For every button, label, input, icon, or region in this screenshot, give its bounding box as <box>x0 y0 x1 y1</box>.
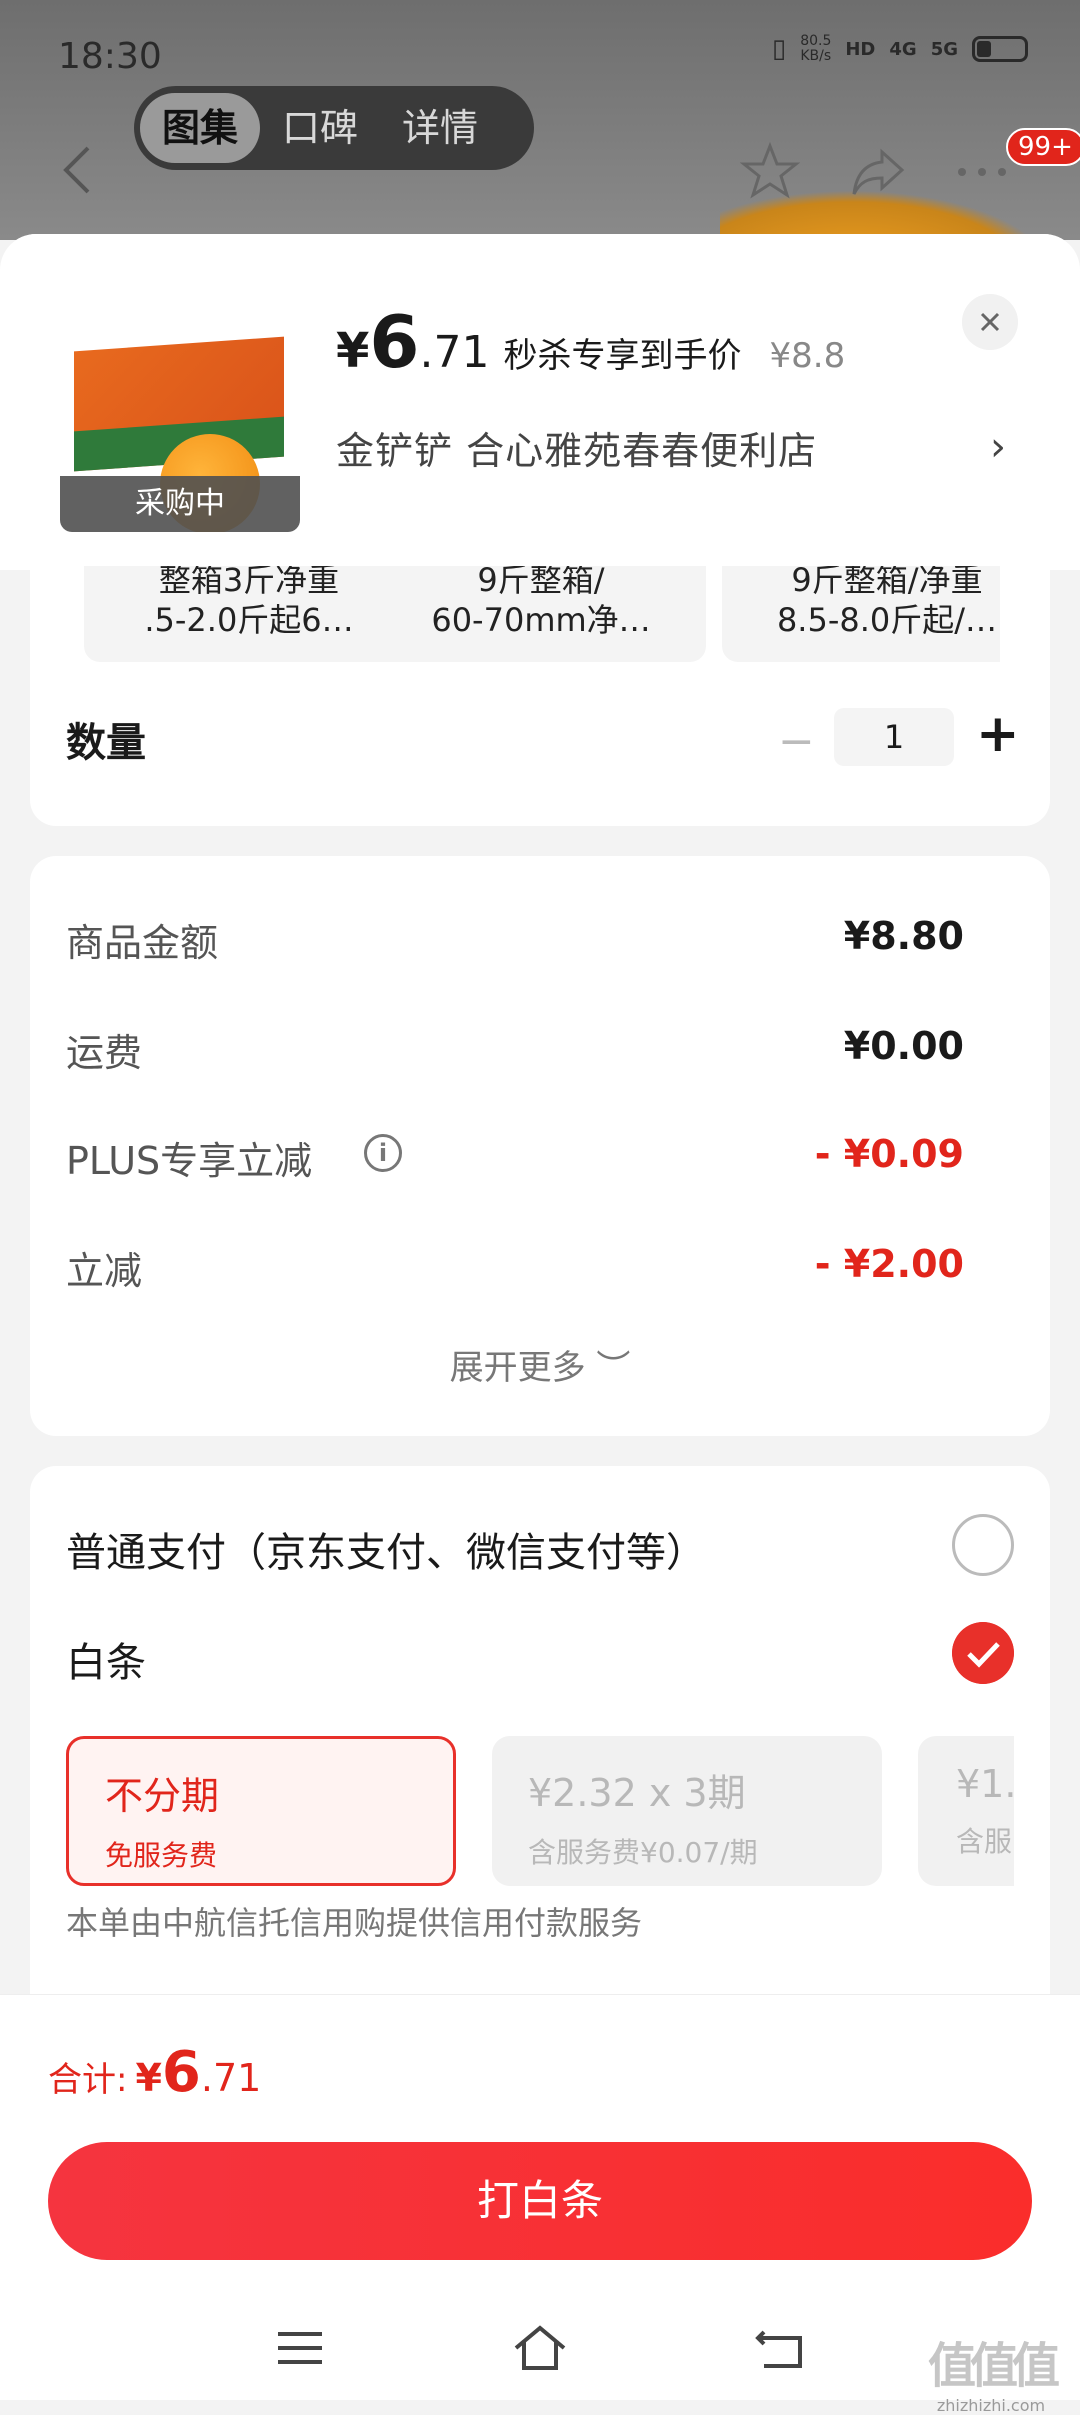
signal-4g-icon: 4G <box>889 38 917 60</box>
quantity-decrease-button[interactable]: − <box>778 716 815 767</box>
vibrate-icon: ▯ <box>771 34 787 64</box>
plan-title: ¥2.32 x 3期 <box>528 1771 746 1815</box>
return-icon[interactable] <box>750 2318 810 2378</box>
fee-label-instant-discount: 立减 <box>66 1249 143 1293</box>
net-speed-value: 80.5 <box>800 33 832 49</box>
quantity-label: 数量 <box>66 720 146 766</box>
watermark-url: zhizhizhi.com <box>936 2396 1046 2415</box>
tab-details[interactable]: 详情 <box>380 93 500 163</box>
quantity-input[interactable]: 1 <box>834 708 954 766</box>
check-icon[interactable] <box>952 1622 1014 1684</box>
price-tag: 秒杀专享到手价 <box>503 336 742 376</box>
status-icons: ▯ 80.5 KB/s HD 4G 5G <box>772 34 1028 64</box>
price-decimal: .71 <box>419 327 490 378</box>
status-time: 18:30 <box>58 36 162 77</box>
total-label: 合计: <box>48 2060 128 2100</box>
spec-option-line1: 整箱3斤净重 <box>158 566 340 599</box>
battery-icon <box>972 36 1028 62</box>
plan-title: 不分期 <box>105 1774 220 1818</box>
pay-with-baitiao-button[interactable]: 打白条 <box>48 2142 1032 2260</box>
fee-value-plus-discount: - ¥0.09 <box>814 1132 964 1176</box>
fee-value-shipping: ¥0.00 <box>843 1024 964 1068</box>
radio-normal-payment[interactable] <box>952 1514 1014 1576</box>
close-icon[interactable] <box>962 294 1018 350</box>
spec-options: 整箱3斤净重 .5-2.0斤起6… 9斤整箱/ 60-70mm净… 9斤整箱/净… <box>84 566 1000 662</box>
expand-more-button[interactable]: 展开更多 ︶ <box>0 1340 1080 1389</box>
plan-title: ¥1. <box>956 1762 1014 1806</box>
spec-option-3[interactable]: 9斤整箱/净重 8.5-8.0斤起/… <box>722 566 1000 662</box>
fee-value-instant-discount: - ¥2.00 <box>814 1242 964 1286</box>
top-tab-bar: 图集 口碑 详情 <box>134 86 534 170</box>
spec-option-line2: .5-2.0斤起6… <box>144 601 354 639</box>
plan-3-installments[interactable]: ¥2.32 x 3期 含服务费¥0.07/期 <box>492 1736 882 1886</box>
net-speed-unit: KB/s <box>800 48 832 64</box>
fee-value-goods: ¥8.80 <box>843 914 964 958</box>
order-total: 合计: ¥ 6 .71 <box>48 2040 261 2105</box>
spec-option-1[interactable]: 整箱3斤净重 .5-2.0斤起6… <box>84 566 414 662</box>
original-price: ¥8.8 <box>769 336 846 376</box>
fee-label-goods: 商品金额 <box>66 921 219 965</box>
plan-subtitle: 含服务费¥0.07/期 <box>528 1836 758 1869</box>
plan-subtitle: 免服务费 <box>105 1839 218 1872</box>
spec-option-2[interactable]: 9斤整箱/ 60-70mm净… <box>376 566 706 662</box>
watermark-logo: 值值值 <box>928 2338 1060 2394</box>
spec-option-line2: 8.5-8.0斤起/… <box>776 601 998 639</box>
hd-icon: HD <box>845 38 876 60</box>
installment-plans: 不分期 免服务费 ¥2.32 x 3期 含服务费¥0.07/期 ¥1. 含服 <box>66 1736 1014 1888</box>
total-integer: 6 <box>161 2040 201 2105</box>
net-speed: 80.5 KB/s <box>800 34 831 64</box>
more-icon[interactable] <box>952 142 1012 202</box>
price-currency: ¥ <box>336 323 370 379</box>
info-icon[interactable]: i <box>364 1134 402 1172</box>
fee-label-plus-discount: PLUS专享立减 <box>66 1139 313 1183</box>
purchase-status-label: 采购中 <box>60 476 300 532</box>
spec-option-line2: 60-70mm净… <box>431 601 651 639</box>
spec-option-line1: 9斤整箱/净重 <box>791 566 983 599</box>
back-icon[interactable] <box>58 144 98 196</box>
star-icon[interactable] <box>740 142 800 202</box>
total-currency: ¥ <box>135 2056 162 2100</box>
product-thumbnail[interactable]: 采购中 <box>60 294 300 532</box>
spec-option-line1: 9斤整箱/ <box>477 566 605 599</box>
tab-gallery[interactable]: 图集 <box>140 93 261 163</box>
quantity-increase-button[interactable]: + <box>976 704 1020 764</box>
home-icon[interactable] <box>510 2318 570 2378</box>
menu-icon[interactable] <box>270 2318 330 2378</box>
plan-no-installment[interactable]: 不分期 免服务费 <box>66 1736 456 1886</box>
plan-more-installments[interactable]: ¥1. 含服 <box>918 1736 1014 1886</box>
price-integer: 6 <box>369 300 420 384</box>
total-decimal: .71 <box>200 2056 262 2100</box>
share-icon[interactable] <box>848 142 908 202</box>
credit-service-note: 本单由中航信托信用购提供信用付款服务 <box>66 1904 643 1942</box>
notification-badge: 99+ <box>1006 128 1080 166</box>
payment-option-normal[interactable]: 普通支付（京东支付、微信支付等） <box>66 1520 706 1578</box>
signal-5g-icon: 5G <box>930 38 958 60</box>
fee-label-shipping: 运费 <box>66 1031 143 1075</box>
shop-name[interactable]: 金铲铲 合心雅苑春春便利店 <box>336 420 817 475</box>
product-price: ¥ 6 .71 秒杀专享到手价 ¥8.8 <box>336 300 845 384</box>
payment-option-baitiao[interactable]: 白条 <box>66 1630 146 1688</box>
plan-subtitle: 含服 <box>956 1825 1013 1858</box>
tab-reviews[interactable]: 口碑 <box>260 93 380 163</box>
chevron-right-icon[interactable]: › <box>990 424 1006 470</box>
watermark: 值值值 zhizhizhi.com <box>928 2326 1060 2415</box>
